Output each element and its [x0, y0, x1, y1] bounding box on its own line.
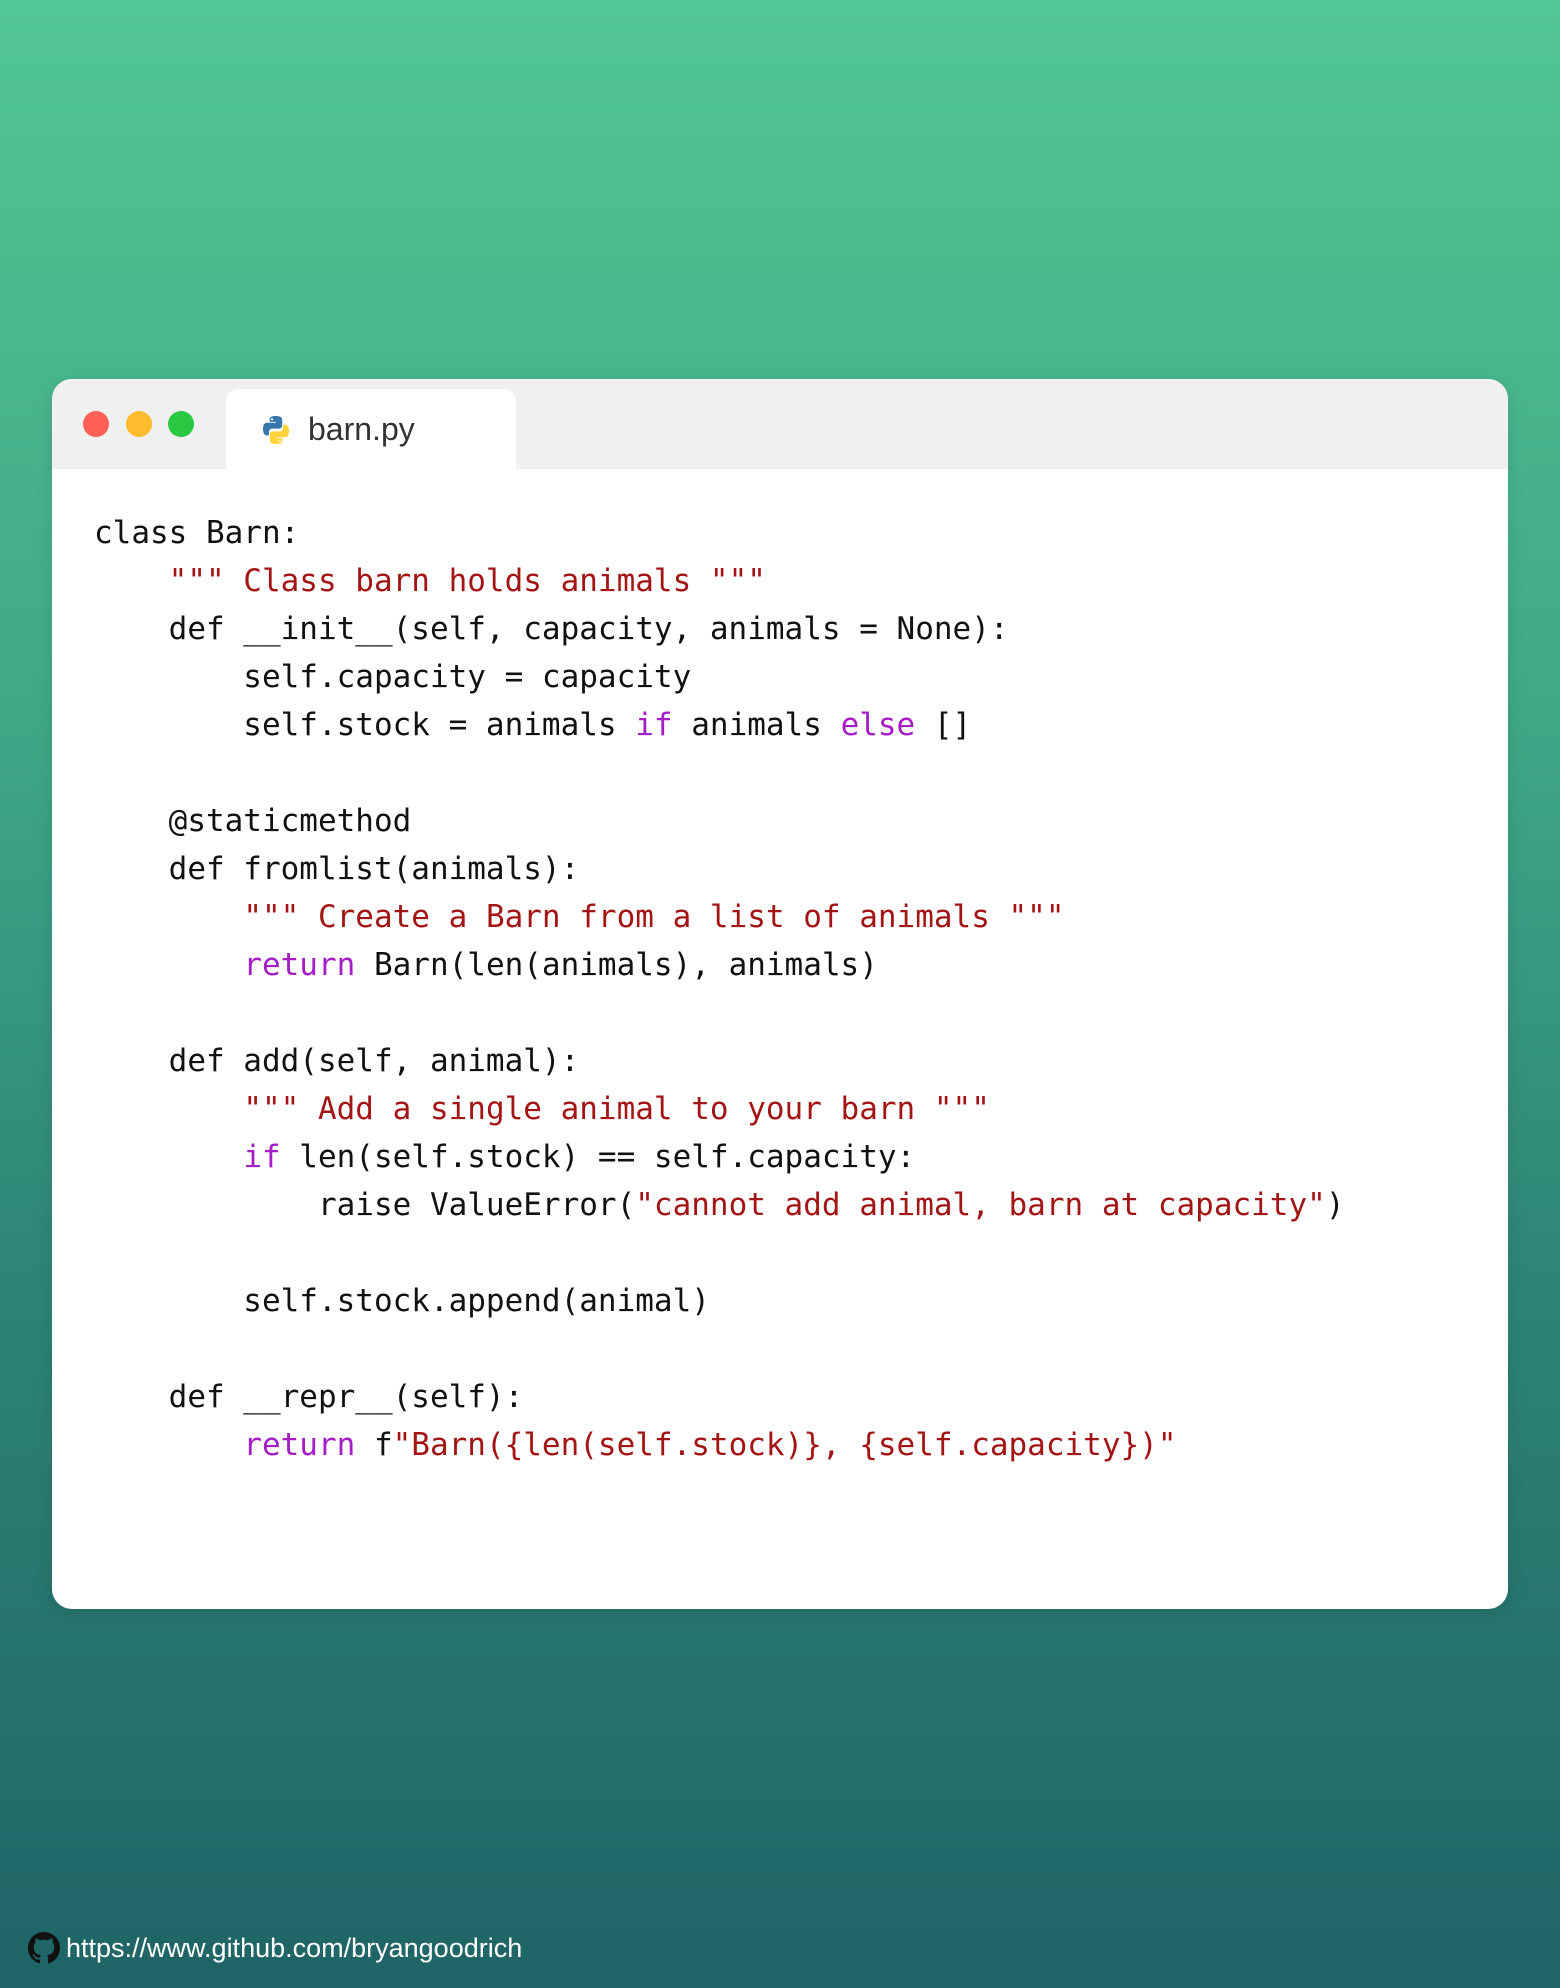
code-line: def __repr__(self):: [94, 1373, 1344, 1421]
code-string: """ Create a Barn from a list of animals…: [243, 899, 1065, 935]
code-line: self.stock.append(animal): [94, 1277, 1344, 1325]
code-text: Barn(len(animals), animals): [355, 947, 878, 983]
code-line: """ Create a Barn from a list of animals…: [94, 893, 1344, 941]
code-string: "cannot add animal, barn at capacity": [635, 1187, 1326, 1223]
code-keyword: if: [243, 1139, 281, 1175]
code-text: def __repr__(self):: [94, 1379, 524, 1415]
code-text: raise ValueError(: [94, 1187, 636, 1223]
code-text: @staticmethod: [94, 803, 412, 839]
code-window: barn.py class Barn: """ Class barn holds…: [52, 379, 1508, 1609]
code-line: raise ValueError("cannot add animal, bar…: [94, 1181, 1345, 1229]
code-text: self.stock.append(animal): [94, 1283, 710, 1319]
code-string: "Barn({len(self.stock)}, {self.capacity}…: [392, 1427, 1177, 1463]
footer: https://www.github.com/bryangoodrich: [28, 1930, 522, 1966]
github-profile-link[interactable]: https://www.github.com/bryangoodrich: [66, 1932, 522, 1964]
code-line: if len(self.stock) == self.capacity:: [94, 1133, 1344, 1181]
code-text: ): [1325, 1187, 1345, 1223]
code-text: def __init__(self, capacity, animals = N…: [94, 611, 1009, 647]
code-line: def fromlist(animals):: [94, 845, 1344, 893]
close-window-button[interactable]: [83, 411, 109, 437]
code-line: return Barn(len(animals), animals): [94, 941, 1344, 989]
code-text: class Barn:: [94, 515, 300, 551]
code-text: f: [355, 1427, 393, 1463]
code-line: """ Add a single animal to your barn """: [94, 1085, 1344, 1133]
code-line: self.capacity = capacity: [94, 653, 1344, 701]
code-text: len(self.stock) == self.capacity:: [280, 1139, 916, 1175]
code-text: self.stock = animals: [94, 707, 636, 743]
python-icon: [263, 416, 289, 444]
code-keyword: if: [635, 707, 673, 743]
tab-label: barn.py: [308, 411, 415, 447]
code-line: return f"Barn({len(self.stock)}, {self.c…: [94, 1421, 1344, 1469]
code-text: []: [915, 707, 972, 743]
code-keyword: return: [243, 947, 356, 983]
code-line: def add(self, animal):: [94, 1037, 1344, 1085]
code-line: @staticmethod: [94, 797, 1344, 845]
minimize-window-button[interactable]: [126, 411, 152, 437]
code-keyword: return: [243, 1427, 356, 1463]
code-string: """ Add a single animal to your barn """: [243, 1091, 990, 1127]
code-line: self.stock = animals if animals else []: [94, 701, 1344, 749]
code-text: def fromlist(animals):: [94, 851, 580, 887]
code-block: class Barn: """ Class barn holds animals…: [94, 509, 1344, 1469]
code-line: def __init__(self, capacity, animals = N…: [94, 605, 1344, 653]
window-titlebar: barn.py: [52, 379, 1508, 469]
tab-barn-py[interactable]: barn.py: [226, 389, 516, 469]
github-icon: [28, 1932, 60, 1964]
code-string: """ Class barn holds animals """: [168, 563, 766, 599]
code-text: def add(self, animal):: [94, 1043, 580, 1079]
code-line: """ Class barn holds animals """: [94, 557, 1344, 605]
code-keyword: else: [840, 707, 916, 743]
code-text: self.capacity = capacity: [94, 659, 692, 695]
code-text: animals: [672, 707, 841, 743]
maximize-window-button[interactable]: [168, 411, 194, 437]
code-line: class Barn:: [94, 509, 1344, 557]
